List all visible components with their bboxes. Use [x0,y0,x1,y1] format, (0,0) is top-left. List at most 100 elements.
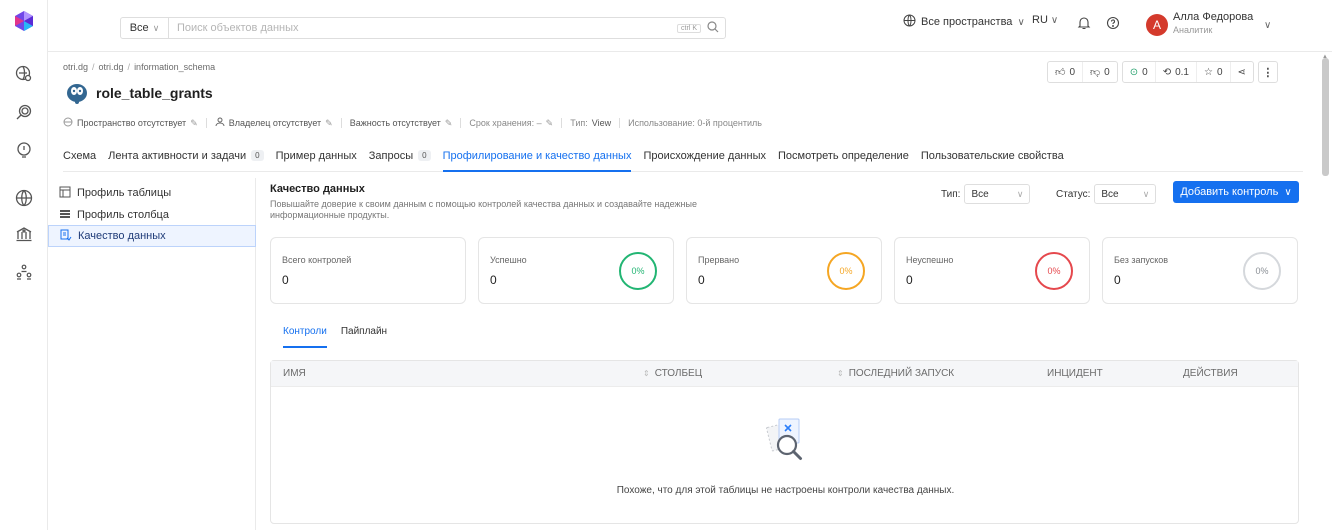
column-header-column[interactable]: ⇕ СТОЛБЕЦ [643,368,702,379]
notifications-icon[interactable] [1077,16,1091,30]
column-header-name[interactable]: ИМЯ [283,368,306,379]
user-name[interactable]: Алла Федорова [1173,11,1253,23]
card-label: Без запусков [1114,255,1169,265]
usage-meta: Использование: 0-й процентиль [628,118,762,128]
star-count: 0 [1216,66,1223,78]
card-label: Неуспешно [906,255,954,265]
search-scope-select[interactable]: Все ∨ [121,18,169,38]
dislike-button[interactable]: 👎︎ 0 [1083,62,1117,82]
edit-icon[interactable]: ✎ [546,118,554,129]
scrollbar[interactable] [1322,58,1329,176]
breadcrumb-item[interactable]: otri.dg [99,62,124,72]
card-label: Успешно [490,255,527,265]
sort-icon[interactable]: ⇕ [837,369,844,378]
summary-card-success: Успешно 0 0% [478,237,674,304]
app-logo-icon[interactable] [13,10,35,32]
share-icon: ⋖ [1237,66,1246,78]
search-data-icon[interactable] [14,102,34,122]
search-input[interactable]: Поиск объектов данных [169,22,677,34]
tab-label: Лента активности и задачи [108,150,247,162]
tab-label: Посмотреть определение [778,150,909,162]
tab-custom-properties[interactable]: Пользовательские свойства [921,142,1064,172]
version-button[interactable]: ⟲ 0.1 [1156,62,1197,82]
column-header-label: ИНЦИДЕНТ [1047,368,1103,379]
profiler-sidebar: Профиль таблицы Профиль столбца Качество… [48,178,256,530]
tab-queries[interactable]: Запросы 0 [369,142,431,172]
search-scope-label: Все [129,22,149,34]
tab-view-definition[interactable]: Посмотреть определение [778,142,909,172]
edit-icon[interactable]: ✎ [190,118,198,129]
summary-card-failed: Неуспешно 0 0% [894,237,1090,304]
sidebar-item-data-quality[interactable]: Качество данных [48,225,256,247]
domain-icon [63,117,73,129]
sidebar-item-label: Профиль таблицы [77,187,172,199]
sidebar-item-table-profile[interactable]: Профиль таблицы [48,182,256,204]
failed-ring: 0% [1035,252,1073,290]
left-rail [0,0,48,530]
like-button[interactable]: 👍︎ 0 [1048,62,1084,82]
column-header-label: ДЕЙСТВИЯ [1183,368,1238,379]
breadcrumb-item[interactable]: otri.dg [63,62,88,72]
type-select[interactable]: Все ∨ [964,184,1031,204]
tab-schema[interactable]: Схема [63,142,96,172]
teams-icon[interactable] [14,262,34,282]
tab-profiler[interactable]: Профилирование и качество данных [442,142,632,172]
global-search[interactable]: Все ∨ Поиск объектов данных ctrl K [120,17,726,39]
sidebar-item-label: Качество данных [78,230,166,242]
avatar[interactable]: A [1146,14,1168,36]
domain-meta[interactable]: Пространство отсутствует ✎ [63,117,198,129]
follow-button[interactable]: ⊙ 0 [1123,62,1156,82]
tab-lineage[interactable]: Происхождение данных [643,142,766,172]
status-select[interactable]: Все ∨ [1094,184,1157,204]
status-filter-label: Статус: [1056,188,1091,200]
type-meta-label: Тип: [570,118,588,128]
share-button[interactable]: ⋖ [1231,62,1253,82]
insights-icon[interactable] [14,140,34,160]
breadcrumb-item[interactable]: information_schema [134,62,215,72]
domain-label: Все пространства [921,16,1013,28]
retention-meta[interactable]: Срок хранения: – ✎ [469,118,553,129]
edit-icon[interactable]: ✎ [445,118,453,129]
tab-sample-data[interactable]: Пример данных [276,142,357,172]
star-icon: ☆ [1203,66,1213,78]
governance-icon[interactable] [14,224,34,244]
chevron-down-icon: ∨ [1284,186,1292,198]
retention-meta-label: Срок хранения: – [469,118,542,128]
language-selector[interactable]: RU ∨ [1032,14,1058,26]
domain-selector[interactable]: Все пространства ∨ [903,14,1025,30]
page-title: role_table_grants [96,85,213,101]
tab-activity[interactable]: Лента активности и задачи 0 [108,142,264,172]
explore-icon[interactable] [14,64,34,84]
tab-tests[interactable]: Контроли [283,326,327,348]
more-options-icon[interactable]: ⋮ [1257,61,1278,83]
data-quality-icon [60,229,72,244]
sidebar-item-column-profile[interactable]: Профиль столбца [48,204,256,226]
owner-meta[interactable]: Владелец отсутствует ✎ [215,117,333,129]
column-header-last-run[interactable]: ⇕ ПОСЛЕДНИЙ ЗАПУСК [837,368,954,379]
chevron-down-icon: ∨ [152,22,160,33]
globe-icon [903,14,916,30]
column-header-actions: ДЕЙСТВИЯ [1183,368,1238,379]
tier-meta-label: Важность отсутствует [349,118,441,128]
sort-icon[interactable]: ⇕ [643,369,650,378]
search-icon[interactable] [707,20,719,36]
tab-label: Пользовательские свойства [920,150,1064,162]
chevron-down-icon[interactable]: ∨ [1264,20,1271,31]
add-test-button[interactable]: Добавить контроль ∨ [1173,181,1299,203]
star-button[interactable]: ☆ 0 [1197,62,1231,82]
type-meta-value: View [591,118,612,128]
type-filter-label: Тип: [941,188,961,200]
tab-label: Схема [63,150,97,162]
domain-meta-label: Пространство отсутствует [77,118,187,128]
type-select-value: Все [971,188,989,200]
domains-icon[interactable] [14,188,34,208]
status-filter: Статус: Все ∨ [1056,184,1157,204]
tier-meta[interactable]: Важность отсутствует ✎ [350,118,453,129]
empty-search-icon [759,413,815,472]
postgres-icon [65,83,89,108]
chevron-down-icon: ∨ [1050,14,1059,26]
edit-icon[interactable]: ✎ [325,118,333,129]
tab-pipeline[interactable]: Пайплайн [341,326,387,348]
help-icon[interactable] [1106,16,1120,30]
user-icon [215,117,225,129]
